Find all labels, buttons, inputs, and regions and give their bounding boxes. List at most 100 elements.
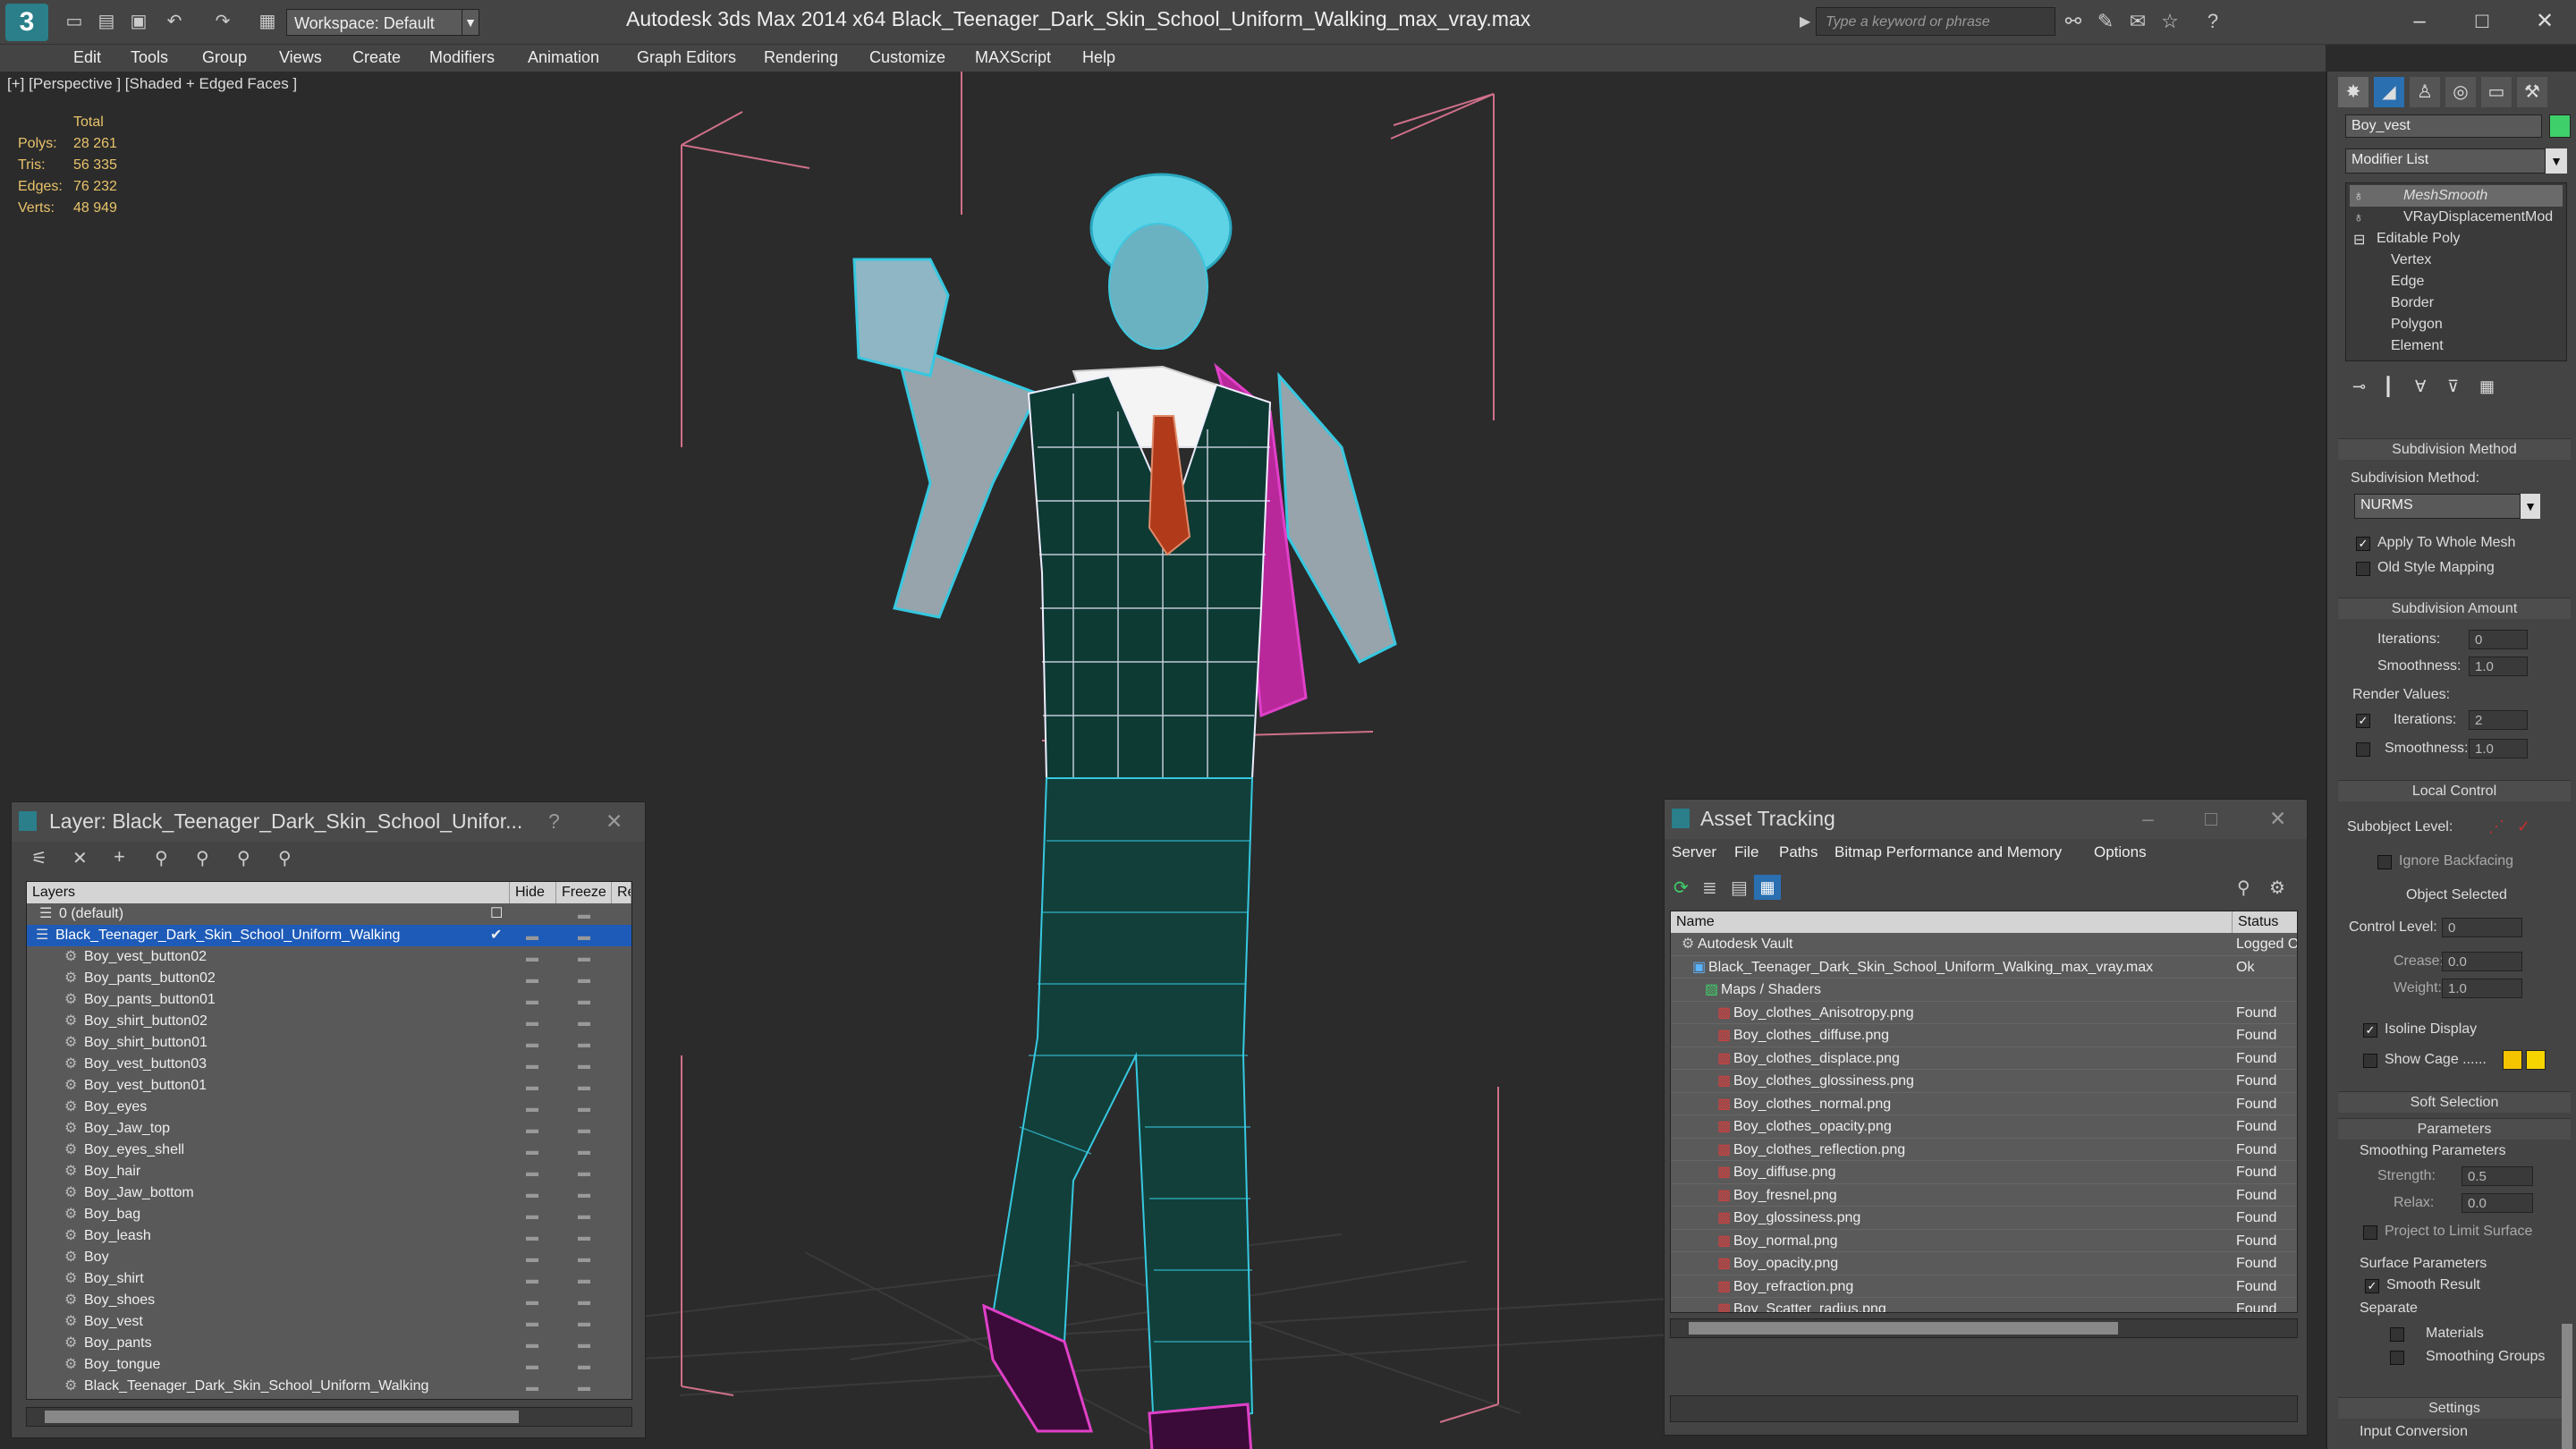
- isoline-display-checkbox[interactable]: ✓: [2363, 1023, 2377, 1038]
- relax-spinner[interactable]: 0.0: [2462, 1193, 2533, 1213]
- minimize-button[interactable]: –: [2397, 4, 2442, 39]
- freeze-toggle[interactable]: ▬: [578, 1118, 590, 1140]
- crease-spinner[interactable]: 0.0: [2442, 952, 2522, 971]
- freeze-toggle[interactable]: ▬: [578, 1376, 590, 1397]
- old-style-mapping-checkbox[interactable]: [2356, 562, 2370, 576]
- hide-layers-icon[interactable]: ⚲: [237, 847, 250, 869]
- layer-row[interactable]: ⚙ Boy_vest ▬ ▬: [27, 1311, 631, 1333]
- hide-toggle[interactable]: ▬: [526, 1182, 538, 1204]
- freeze-toggle[interactable]: ▬: [578, 1247, 590, 1268]
- freeze-toggle[interactable]: ▬: [578, 946, 590, 968]
- apply-whole-mesh-checkbox[interactable]: ✓: [2356, 537, 2370, 551]
- rollout-settings[interactable]: Settings: [2338, 1397, 2571, 1419]
- layer-row[interactable]: ⚙ Boy_eyes_shell ▬ ▬: [27, 1140, 631, 1161]
- hide-toggle[interactable]: ▬: [526, 1011, 538, 1032]
- save-icon[interactable]: ▣: [127, 11, 150, 32]
- motion-tab-icon[interactable]: ◎: [2445, 77, 2476, 107]
- menu-animation[interactable]: Animation: [528, 48, 599, 67]
- hide-toggle[interactable]: ▬: [526, 1376, 538, 1397]
- stack-item-polygon[interactable]: Polygon: [2391, 317, 2443, 333]
- asset-row[interactable]: ▩ Boy_normal.png Found: [1671, 1229, 2297, 1252]
- layer-row[interactable]: ⚙ Boy_Jaw_bottom ▬ ▬: [27, 1182, 631, 1204]
- star-icon[interactable]: ☆: [2157, 9, 2182, 34]
- freeze-toggle[interactable]: ▬: [578, 1011, 590, 1032]
- app-logo-icon[interactable]: 3: [5, 4, 48, 41]
- asset-row[interactable]: ▩ Boy_clothes_diffuse.png Found: [1671, 1024, 2297, 1047]
- remove-modifier-icon[interactable]: ⊽: [2447, 377, 2459, 396]
- scrollbar[interactable]: [2562, 1324, 2572, 1449]
- asset-row[interactable]: ▩ Boy_clothes_displace.png Found: [1671, 1046, 2297, 1070]
- menu-views[interactable]: Views: [279, 48, 322, 67]
- project-limit-checkbox[interactable]: [2363, 1225, 2377, 1240]
- layer-row[interactable]: ⚙ Boy_pants_button01 ▬ ▬: [27, 989, 631, 1011]
- horizontal-scrollbar[interactable]: [26, 1407, 632, 1427]
- asset-row[interactable]: ▨ Maps / Shaders: [1671, 979, 2297, 1002]
- delete-icon[interactable]: ✕: [72, 847, 88, 869]
- layer-row[interactable]: ⚙ Black_Teenager_Dark_Skin_School_Uniform…: [27, 1376, 631, 1397]
- maximize-button[interactable]: □: [2205, 807, 2217, 831]
- asset-row[interactable]: ▩ Boy_clothes_reflection.png Found: [1671, 1138, 2297, 1161]
- freeze-toggle[interactable]: ▬: [578, 1354, 590, 1376]
- asset-row[interactable]: ▩ Boy_glossiness.png Found: [1671, 1207, 2297, 1230]
- layer-row[interactable]: ⚙ Boy_shirt_button01 ▬ ▬: [27, 1032, 631, 1054]
- subdivision-method-select[interactable]: NURMS: [2354, 494, 2521, 519]
- stack-item-meshsmooth[interactable]: MeshSmooth: [2403, 188, 2487, 204]
- hide-toggle[interactable]: ▬: [526, 1311, 538, 1333]
- utilities-tab-icon[interactable]: ⚒: [2517, 77, 2547, 107]
- hide-toggle[interactable]: ▬: [526, 1204, 538, 1225]
- asset-row[interactable]: ▩ Boy_fresnel.png Found: [1671, 1183, 2297, 1207]
- hide-toggle[interactable]: ▬: [526, 925, 538, 946]
- freeze-toggle[interactable]: ▬: [578, 1075, 590, 1097]
- hide-toggle[interactable]: ▬: [526, 1054, 538, 1075]
- rollout-local-control[interactable]: Local Control: [2338, 780, 2571, 801]
- column-header-status[interactable]: Status: [2233, 911, 2297, 933]
- rollout-subdivision-method[interactable]: Subdivision Method: [2338, 438, 2571, 460]
- hide-toggle[interactable]: ▬: [526, 1075, 538, 1097]
- scrollbar-thumb[interactable]: [1689, 1322, 2118, 1335]
- menu-server[interactable]: Server: [1672, 843, 1716, 861]
- layer-row[interactable]: ⚙ Boy_Jaw_top ▬ ▬: [27, 1118, 631, 1140]
- lightbulb-icon[interactable]: ♁: [2353, 189, 2364, 205]
- render-iterations-spinner[interactable]: 2: [2469, 710, 2528, 730]
- layer-row[interactable]: ⚙ Boy_vest_button02 ▬ ▬: [27, 946, 631, 968]
- rollout-parameters[interactable]: Parameters: [2338, 1118, 2571, 1140]
- collapse-icon[interactable]: ⊟: [2353, 231, 2365, 249]
- rollout-subdivision-amount[interactable]: Subdivision Amount: [2338, 597, 2571, 619]
- menu-bitmap-performance[interactable]: Bitmap Performance and Memory: [1835, 843, 2062, 861]
- hide-toggle[interactable]: ▬: [526, 989, 538, 1011]
- column-header-hide[interactable]: Hide: [510, 882, 556, 903]
- asset-row[interactable]: ▩ Boy_opacity.png Found: [1671, 1252, 2297, 1275]
- freeze-toggle[interactable]: ▬: [578, 903, 590, 925]
- viewport-label[interactable]: [+] [Perspective ] [Shaded + Edged Faces…: [7, 75, 297, 93]
- menu-tools[interactable]: Tools: [131, 48, 168, 67]
- ignore-backfacing-checkbox[interactable]: [2377, 855, 2392, 869]
- minimize-button[interactable]: –: [2142, 807, 2154, 831]
- hide-toggle[interactable]: ▬: [526, 1097, 538, 1118]
- hide-toggle[interactable]: ▬: [526, 968, 538, 989]
- hierarchy-tab-icon[interactable]: ♙: [2410, 77, 2440, 107]
- refresh-icon[interactable]: ⟳: [1674, 877, 1689, 899]
- help-button[interactable]: ?: [548, 809, 560, 834]
- edge-level-icon[interactable]: ✓: [2517, 818, 2530, 836]
- table-view-icon[interactable]: ▤: [1731, 877, 1748, 899]
- smooth-result-checkbox[interactable]: ✓: [2365, 1279, 2379, 1293]
- communication-icon[interactable]: ✉: [2125, 9, 2150, 34]
- layer-row[interactable]: ⚙ Boy ▬ ▬: [27, 1247, 631, 1268]
- freeze-toggle[interactable]: ▬: [578, 1204, 590, 1225]
- menu-rendering[interactable]: Rendering: [764, 48, 838, 67]
- asset-row[interactable]: ▩ Boy_refraction.png Found: [1671, 1275, 2297, 1298]
- horizontal-scrollbar[interactable]: [1670, 1318, 2298, 1338]
- layer-row[interactable]: ⚙ Boy_shirt_button02 ▬ ▬: [27, 1011, 631, 1032]
- stack-item-editable-poly[interactable]: Editable Poly: [2377, 231, 2460, 247]
- hide-toggle[interactable]: ▬: [526, 1268, 538, 1290]
- menu-group[interactable]: Group: [202, 48, 247, 67]
- asset-row[interactable]: ▩ Boy_diffuse.png Found: [1671, 1161, 2297, 1184]
- make-unique-icon[interactable]: ∀: [2415, 377, 2426, 396]
- current-layer-box[interactable]: ☐: [490, 903, 503, 925]
- column-header-layers[interactable]: Layers: [27, 882, 510, 903]
- freeze-toggle[interactable]: ▬: [578, 1054, 590, 1075]
- column-header-name[interactable]: Name: [1671, 911, 2233, 933]
- object-color-swatch[interactable]: [2549, 114, 2571, 138]
- stack-item-edge[interactable]: Edge: [2391, 274, 2424, 290]
- column-header-render[interactable]: Re: [612, 882, 631, 903]
